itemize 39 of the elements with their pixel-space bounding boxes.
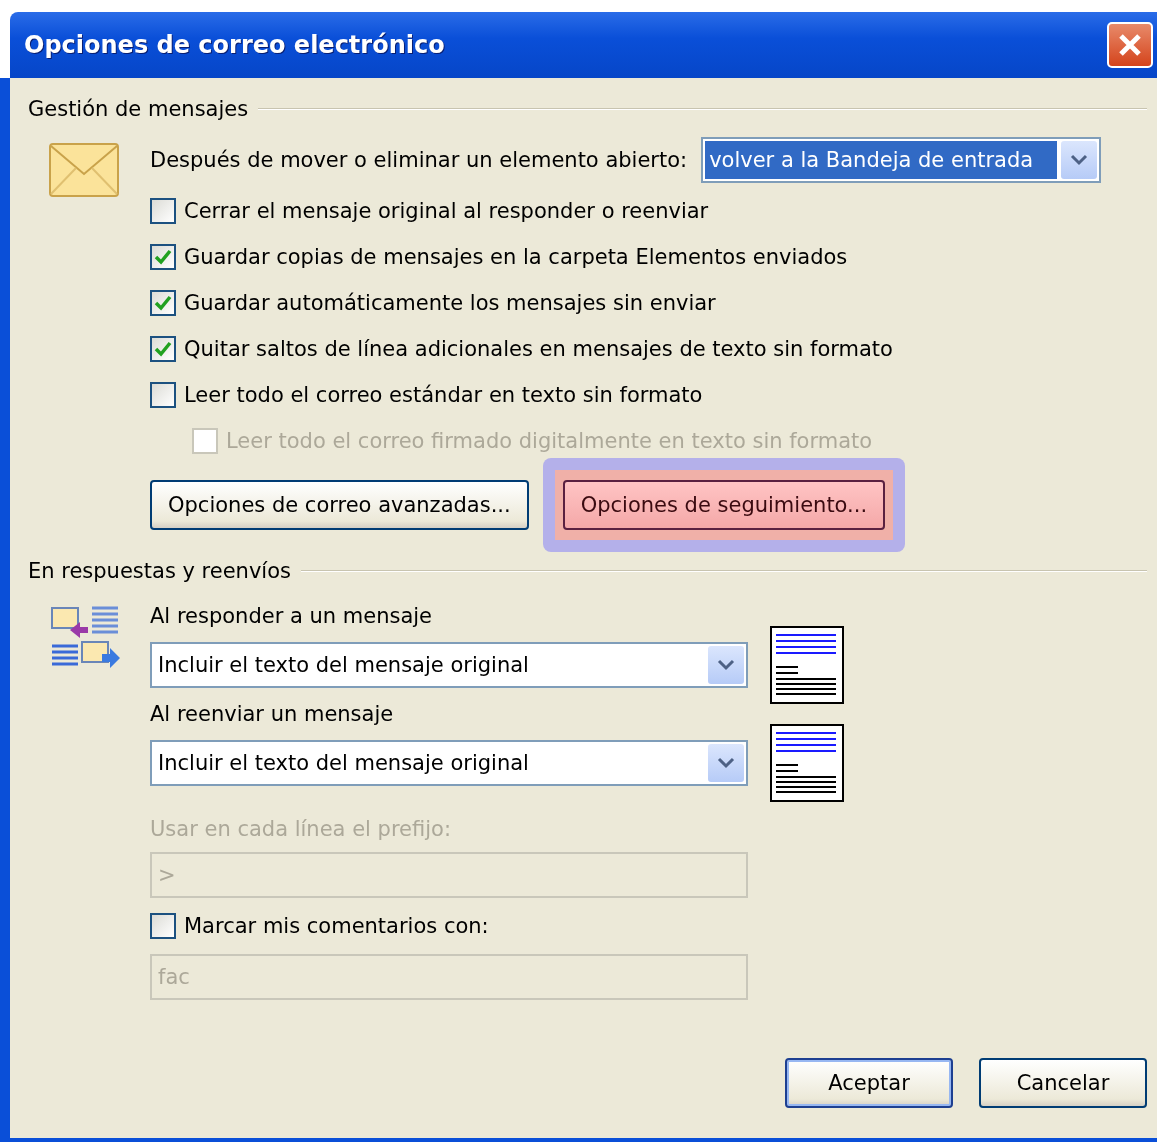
dropdown-value: volver a la Bandeja de entrada [705,141,1058,179]
option-label: Leer todo el correo estándar en texto sin formato [184,383,703,407]
dialog-button[interactable]: Cancelar [979,1058,1147,1108]
checkbox[interactable] [150,336,176,362]
option-label: Guardar automáticamente los mensajes sin enviar [184,291,716,315]
close-icon [1117,32,1143,58]
dropdown-label: Al reenviar un mensaje [150,702,394,726]
dropdown-value: Incluir el texto del mensaje original [157,652,530,679]
quote-dropdown[interactable]: Incluir el texto del mensaje original [150,642,748,688]
checkbox[interactable] [150,244,176,270]
checkbox[interactable] [150,198,176,224]
format-preview-icon [770,626,844,704]
options-button[interactable]: Opciones de correo avanzadas... [150,480,529,530]
option-label: Leer todo el correo firmado digitalmente en texto sin formato [226,429,873,453]
caret-icon [717,659,735,671]
close-button[interactable] [1107,22,1153,68]
field-value: fac [158,965,190,989]
option-label: Marcar mis comentarios con: [184,914,489,938]
caret-icon [1070,154,1089,166]
envelope-icon [48,140,120,200]
dialog-button[interactable]: Aceptar [785,1058,953,1108]
caret-icon [717,757,735,769]
format-preview-icon [770,724,844,802]
checkbox[interactable] [150,290,176,316]
option-label: Quitar saltos de línea adicionales en mensajes de texto sin formato [184,337,893,361]
group-heading: En respuestas y reenvíos [28,559,291,583]
checkbox[interactable] [150,382,176,408]
after-move-dropdown[interactable]: volver a la Bandeja de entrada [701,137,1102,183]
group-heading: Gestión de mensajes [28,97,249,121]
after-move-label: Después de mover o eliminar un elemento abierto: [150,148,688,172]
field-value: > [158,863,176,887]
window-title: Opciones de correo electrónico [24,31,445,59]
prefix-label: Usar en cada línea el prefijo: [150,817,451,841]
option-label: Cerrar el mensaje original al responder o reenviar [184,199,709,223]
dropdown-value: Incluir el texto del mensaje original [157,750,530,777]
quote-dropdown[interactable]: Incluir el texto del mensaje original [150,740,748,786]
dropdown-label: Al responder a un mensaje [150,604,433,628]
option-label: Guardar copias de mensajes en la carpeta Elementos enviados [184,245,848,269]
options-button[interactable]: Opciones de seguimiento... [562,480,886,530]
